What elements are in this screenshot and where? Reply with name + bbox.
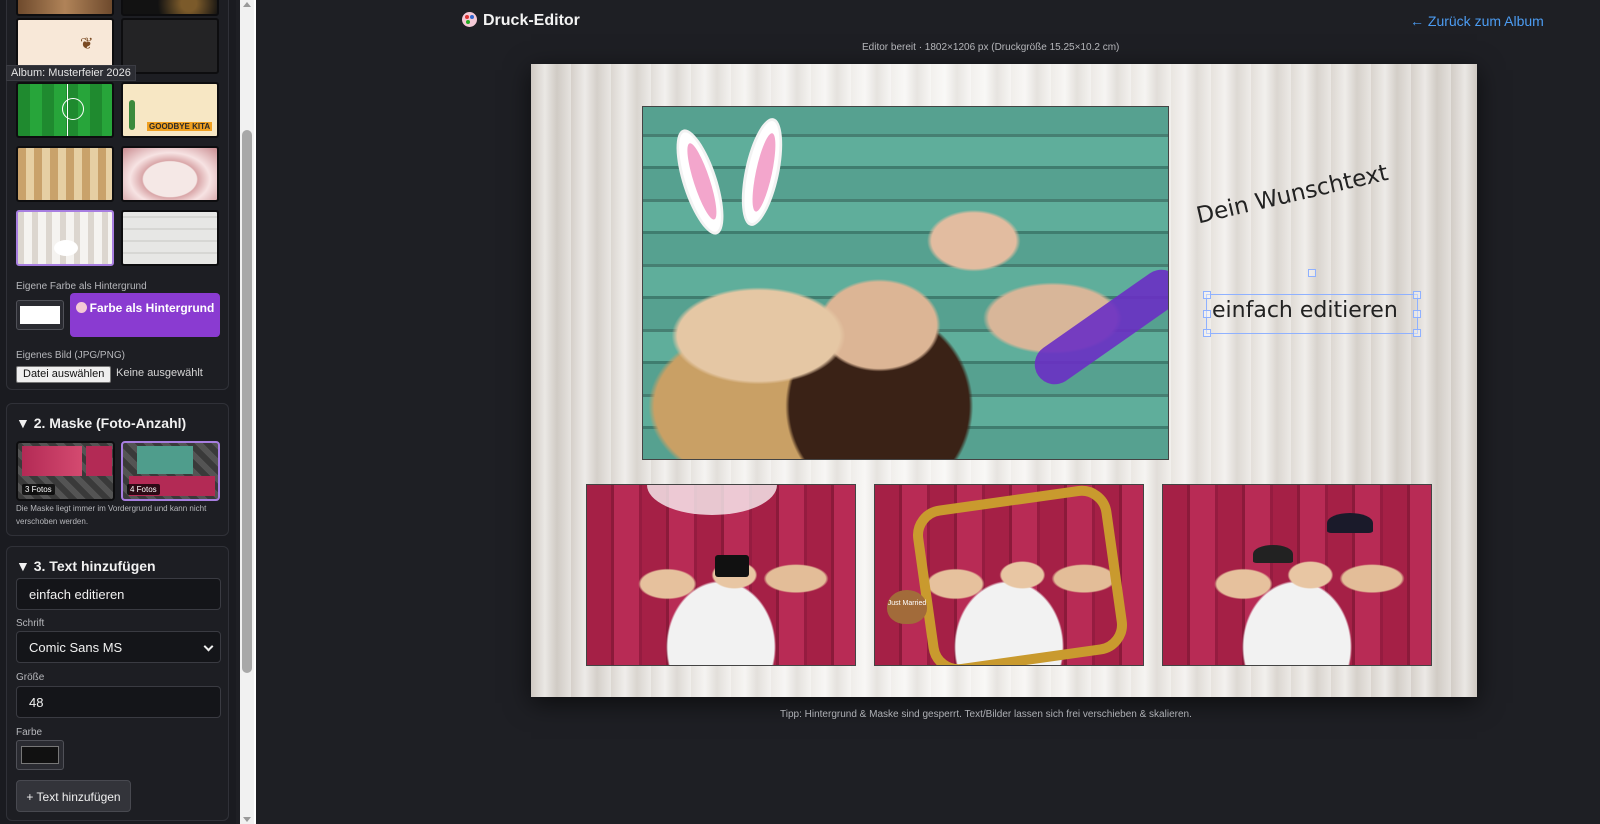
sidebar-divider [254,0,256,824]
mask-option-3-label: 3 Fotos [22,484,55,495]
goodbye-kita-banner: GOODBYE KITA [147,122,213,131]
background-thumb-flower-arch[interactable] [121,146,219,202]
palette-icon [75,302,87,313]
mask-hint: Die Maske liegt immer im Vordergrund und… [16,504,207,526]
size-input[interactable]: 48 [16,686,221,718]
mask-option-3-photos[interactable]: 3 Fotos [16,441,115,501]
file-none-label: Keine ausgewählt [116,367,203,379]
mask-preview-3 [22,446,82,476]
canvas-photo-4[interactable] [1162,484,1432,666]
back-to-album-link[interactable]: ← Zurück zum Album [1410,13,1544,29]
gold-frame-prop [909,485,1131,665]
scroll-down-arrow-icon[interactable] [243,817,251,822]
font-label: Schrift [16,618,45,629]
mask-preview-3b [86,446,112,476]
color-label: Farbe [16,727,43,738]
scrollbar-thumb[interactable] [242,130,252,673]
bouquet-icon [54,240,78,256]
resize-handle-mr[interactable] [1413,310,1421,318]
mask-preview-4 [137,446,193,474]
bunny-ears [666,114,793,247]
text-color-picker[interactable] [16,740,64,770]
resize-handle-tl[interactable] [1203,291,1211,299]
canvas-photo-main[interactable] [642,106,1169,460]
resize-handle-ml[interactable] [1203,310,1211,318]
resize-handle-bl[interactable] [1203,329,1211,337]
set-color-background-button[interactable]: Farbe als Hintergrund [70,293,220,337]
text-color-swatch [21,746,59,764]
background-thumb-wood-curtain[interactable] [16,0,114,16]
soccer-lines [62,98,84,120]
mask-heading[interactable]: ▼ 2. Maske (Foto-Anzahl) [16,415,186,431]
canvas-photo-2[interactable] [586,484,856,666]
chevron-down-icon [203,641,214,652]
floral-ornament-icon: ❦ [80,36,94,53]
sidebar: ❦ Album: Musterfeier 2026 GOODBYE KITA E… [0,0,236,824]
print-canvas[interactable]: Just Married Dein Wunschtext einfach edi… [531,64,1477,697]
background-color-picker[interactable] [16,300,64,330]
cap-prop [1253,545,1293,563]
soccer-midline [67,84,68,136]
editor-status: Editor bereit · 1802×1206 px (Druckgröße… [862,42,1120,53]
background-thumb-soccer-field[interactable] [16,82,114,138]
canvas-photo-3[interactable]: Just Married [874,484,1144,666]
just-married-sign: Just Married [887,590,927,624]
choose-file-button[interactable]: Datei auswählen [16,366,112,383]
inflatable-guitar [1026,261,1168,393]
color-swatch-fill [20,306,60,324]
mask-option-4-label: 4 Fotos [127,484,160,495]
umbrella [647,485,777,515]
text-heading[interactable]: ▼ 3. Text hinzufügen [16,558,156,574]
police-cap [1327,513,1373,533]
canvas-text-editieren[interactable]: einfach editieren [1212,298,1398,323]
resize-handle-top[interactable] [1308,269,1316,277]
footer-tip: Tipp: Hintergrund & Maske sind gesperrt.… [780,709,1192,720]
background-thumb-gold-curtains[interactable] [16,146,114,202]
scroll-up-arrow-icon[interactable] [243,2,251,7]
text-content-input[interactable]: einfach editieren [16,578,221,610]
palette-icon [462,12,477,27]
resize-handle-tr[interactable] [1413,291,1421,299]
font-select-value: Comic Sans MS [29,640,123,655]
add-text-button[interactable]: + Text hinzufügen [16,780,131,812]
resize-handle-br[interactable] [1413,329,1421,337]
background-thumb-dark-lights[interactable] [121,0,219,16]
color-button-label: Farbe als Hintergrund [89,301,215,315]
album-tooltip: Album: Musterfeier 2026 [6,65,136,81]
cactus-icon [129,100,135,130]
page-title-text: Druck-Editor [483,12,580,29]
background-thumb-white-wood[interactable] [121,210,219,266]
background-thumb-goodbye-kita[interactable]: GOODBYE KITA [121,82,219,138]
page-title: Druck-Editor [462,12,580,30]
size-label: Größe [16,672,45,683]
sidebar-scrollbar[interactable] [240,0,254,824]
top-hat [715,555,749,577]
background-thumb-white-curtain[interactable] [16,210,114,266]
own-image-label: Eigenes Bild (JPG/PNG) [16,350,125,361]
font-select[interactable]: Comic Sans MS [16,631,221,663]
own-color-label: Eigene Farbe als Hintergrund [16,281,147,292]
mask-option-4-photos[interactable]: 4 Fotos [121,441,220,501]
